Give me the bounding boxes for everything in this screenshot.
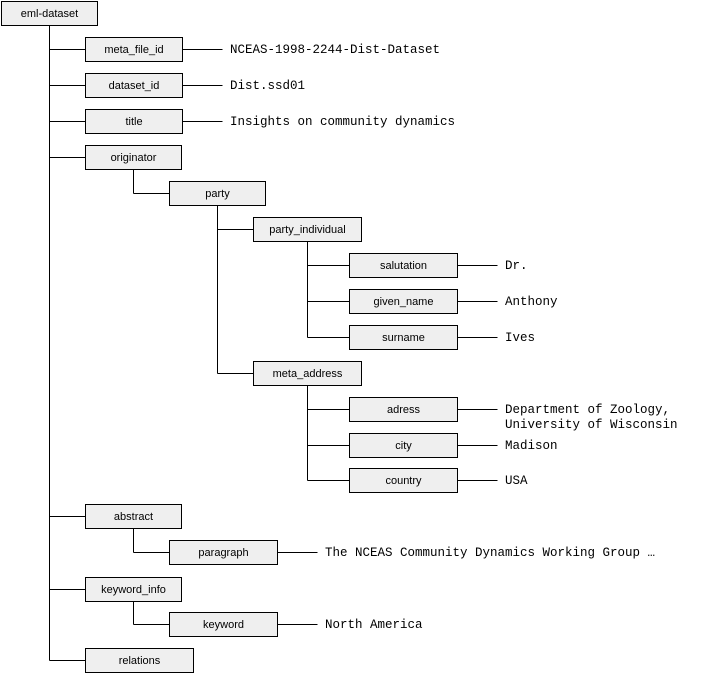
node-label: adress bbox=[387, 404, 421, 416]
node-label: city bbox=[395, 440, 412, 452]
value-meta-file-id: NCEAS-1998-2244-Dist-Dataset bbox=[230, 43, 440, 57]
node-adress[interactable]: adress bbox=[349, 397, 458, 422]
node-label: meta_file_id bbox=[104, 44, 163, 56]
node-salutation[interactable]: salutation bbox=[349, 253, 458, 278]
value-paragraph: The NCEAS Community Dynamics Working Gro… bbox=[325, 546, 655, 560]
value-line-text: Madison bbox=[505, 439, 558, 453]
value-line-text: Department of Zoology, bbox=[505, 403, 670, 417]
node-label: dataset_id bbox=[109, 80, 160, 92]
node-meta-address[interactable]: meta_address bbox=[253, 361, 362, 386]
value-line-text: Ives bbox=[505, 331, 535, 345]
node-label: meta_address bbox=[273, 368, 343, 380]
node-label: party_individual bbox=[269, 224, 345, 236]
node-originator[interactable]: originator bbox=[85, 145, 182, 170]
value-keyword: North America bbox=[325, 618, 423, 632]
node-given-name[interactable]: given_name bbox=[349, 289, 458, 314]
value-line-text: Dr. bbox=[505, 259, 528, 273]
node-dataset-id[interactable]: dataset_id bbox=[85, 73, 183, 98]
value-line-text: NCEAS-1998-2244-Dist-Dataset bbox=[230, 43, 440, 57]
value-city: Madison bbox=[505, 439, 558, 453]
node-relations[interactable]: relations bbox=[85, 648, 194, 673]
value-line-text: The NCEAS Community Dynamics Working Gro… bbox=[325, 546, 655, 560]
value-surname: Ives bbox=[505, 331, 535, 345]
node-label: keyword bbox=[203, 619, 244, 631]
value-line-text: University of Wisconsin bbox=[505, 418, 678, 432]
node-abstract[interactable]: abstract bbox=[85, 504, 182, 529]
node-label: given_name bbox=[374, 296, 434, 308]
node-label: originator bbox=[111, 152, 157, 164]
value-title: Insights on community dynamics bbox=[230, 115, 455, 129]
value-given-name: Anthony bbox=[505, 295, 558, 309]
node-title[interactable]: title bbox=[85, 109, 183, 134]
value-line-text: USA bbox=[505, 474, 528, 488]
value-country: USA bbox=[505, 474, 528, 488]
node-label: title bbox=[125, 116, 142, 128]
node-surname[interactable]: surname bbox=[349, 325, 458, 350]
value-line-text: Anthony bbox=[505, 295, 558, 309]
node-party[interactable]: party bbox=[169, 181, 266, 206]
node-label: country bbox=[385, 475, 422, 487]
value-line-text: Insights on community dynamics bbox=[230, 115, 455, 129]
value-line-text: North America bbox=[325, 618, 423, 632]
node-label: salutation bbox=[380, 260, 427, 272]
node-city[interactable]: city bbox=[349, 433, 458, 458]
node-label: relations bbox=[119, 655, 161, 667]
node-label: surname bbox=[382, 332, 425, 344]
node-keyword-info[interactable]: keyword_info bbox=[85, 577, 182, 602]
value-salutation: Dr. bbox=[505, 259, 528, 273]
value-line-text: Dist.ssd01 bbox=[230, 79, 305, 93]
node-label: abstract bbox=[114, 511, 153, 523]
node-keyword[interactable]: keyword bbox=[169, 612, 278, 637]
node-root[interactable]: eml-dataset bbox=[1, 1, 98, 26]
node-label: keyword_info bbox=[101, 584, 166, 596]
tree-nodes: eml-dataset meta_file_id dataset_idtitle or… bbox=[1, 1, 458, 673]
node-label: party bbox=[205, 188, 230, 200]
node-meta-file-id[interactable]: meta_file_id bbox=[85, 37, 183, 62]
node-country[interactable]: country bbox=[349, 468, 458, 493]
node-label: eml-dataset bbox=[21, 8, 78, 20]
eml-tree-diagram: eml-dataset meta_file_id dataset_idtitle or… bbox=[1, 1, 678, 673]
value-dataset-id: Dist.ssd01 bbox=[230, 79, 305, 93]
node-party-individual[interactable]: party_individual bbox=[253, 217, 362, 242]
node-label: paragraph bbox=[198, 547, 248, 559]
node-paragraph[interactable]: paragraph bbox=[169, 540, 278, 565]
value-adress: Department of Zoology, University of Wisc… bbox=[505, 403, 678, 432]
